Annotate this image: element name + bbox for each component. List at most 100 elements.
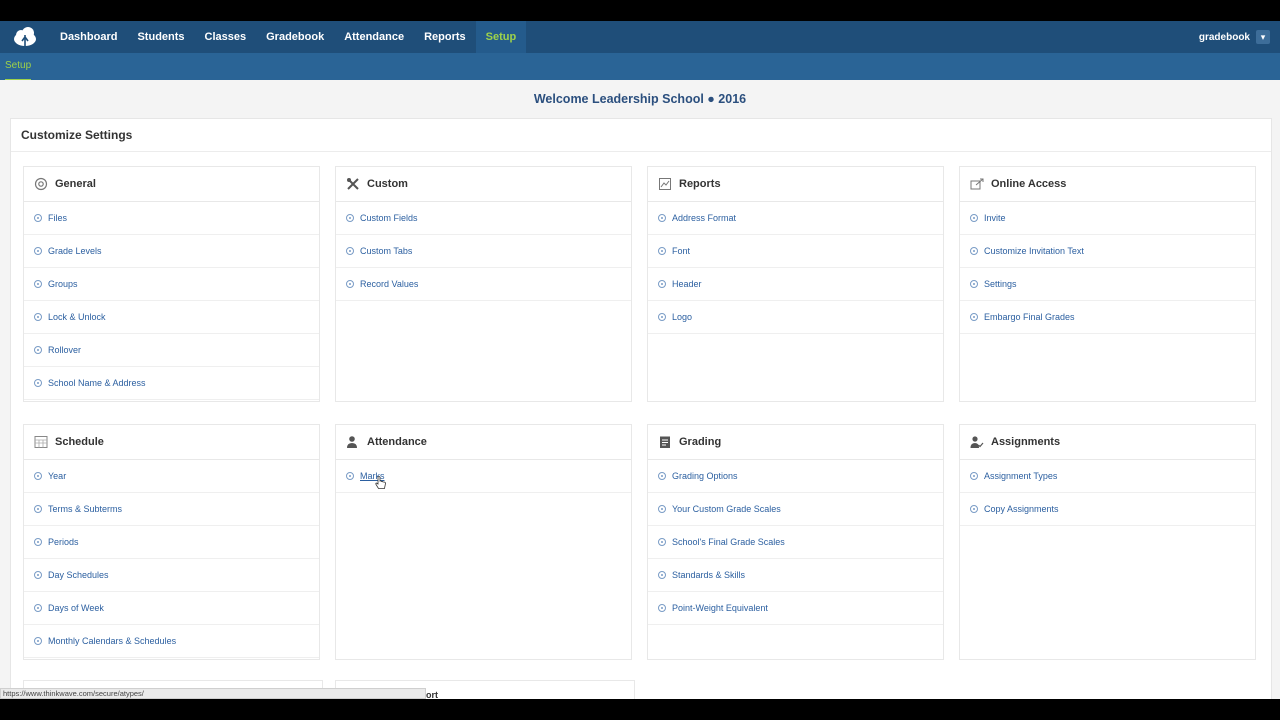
setting-link-label: Monthly Calendars & Schedules [48,636,177,646]
setting-link-copy-assignments[interactable]: Copy Assignments [960,493,1255,526]
setting-link-label: Address Format [672,213,737,223]
setting-link-record-values[interactable]: Record Values [336,268,631,301]
setting-link-label: School Name & Address [48,378,146,388]
circle-arrow-icon [970,472,978,480]
setting-link-label: Header [672,279,702,289]
nav-reports[interactable]: Reports [414,21,476,53]
card-header: Assignments [960,425,1255,460]
card-title: Reports [679,178,721,190]
setting-link-header[interactable]: Header [648,268,943,301]
card-header: Attendance [336,425,631,460]
circle-arrow-icon [346,280,354,288]
card-title: Assignments [991,436,1061,448]
setting-link-customize-invitation-text[interactable]: Customize Invitation Text [960,235,1255,268]
circle-arrow-icon [34,505,42,513]
tools-icon [346,177,360,191]
setting-link-days-of-week[interactable]: Days of Week [24,592,319,625]
setting-link-rollover[interactable]: Rollover [24,334,319,367]
setting-link-logo[interactable]: Logo [648,301,943,334]
circle-arrow-icon [346,247,354,255]
card-reports: Reports Address Format Font Header Logo [647,166,944,402]
setting-link-schools-final-grade-scales[interactable]: School's Final Grade Scales [648,526,943,559]
setting-link-periods[interactable]: Periods [24,526,319,559]
circle-arrow-icon [34,313,42,321]
card-header: Schedule [24,425,319,460]
circle-arrow-icon [346,214,354,222]
setting-link-label: Point-Weight Equivalent [672,603,768,613]
setting-link-monthly-calendars-and-schedules[interactable]: Monthly Calendars & Schedules [24,625,319,658]
card-grading: Grading Grading Options Your Custom Grade … [647,424,944,660]
card-title: General [55,178,96,190]
setting-link-terms-and-subterms[interactable]: Terms & Subterms [24,493,319,526]
card-general: General Files Grade Levels Groups Lock & Unl… [23,166,320,402]
setting-link-settings[interactable]: Settings [960,268,1255,301]
setting-link-label: Grade Levels [48,246,102,256]
setting-link-label: Your Custom Grade Scales [672,504,781,514]
setting-link-standards-and-skills[interactable]: Standards & Skills [648,559,943,592]
setting-link-label: Logo [672,312,693,322]
setting-link-groups[interactable]: Groups [24,268,319,301]
circle-arrow-icon [658,505,666,513]
setting-link-label: Terms & Subterms [48,504,123,514]
circle-arrow-icon [658,472,666,480]
setting-link-label: Day Schedules [48,570,109,580]
nav-students[interactable]: Students [127,21,194,53]
setting-link-label: Record Values [360,279,419,289]
setting-link-day-schedules[interactable]: Day Schedules [24,559,319,592]
setting-link-grading-options[interactable]: Grading Options [648,460,943,493]
setting-link-invite[interactable]: Invite [960,202,1255,235]
setting-link-embargo-final-grades[interactable]: Embargo Final Grades [960,301,1255,334]
setting-link-address-format[interactable]: Address Format [648,202,943,235]
setting-link-label: Custom Tabs [360,246,413,256]
circle-arrow-icon [658,538,666,546]
circle-arrow-icon [34,637,42,645]
chevron-down-icon[interactable]: ▾ [1256,30,1270,44]
circle-arrow-icon [970,505,978,513]
card-title: Attendance [367,436,427,448]
card-title: Online Access [991,178,1067,190]
circle-arrow-icon [34,379,42,387]
setting-link-assignment-types[interactable]: Assignment Types [960,460,1255,493]
welcome-heading: Welcome Leadership School ● 2016 [533,92,747,106]
circle-arrow-icon [34,604,42,612]
sub-nav-bar: Setup [0,53,1280,81]
setting-link-year[interactable]: Year [24,460,319,493]
setting-link-label: Periods [48,537,79,547]
setting-link-custom-fields[interactable]: Custom Fields [336,202,631,235]
card-assignments: Assignments Assignment Types Copy Assignme… [959,424,1256,660]
nav-setup[interactable]: Setup [475,21,527,53]
setting-link-label: Rollover [48,345,82,355]
nav-classes[interactable]: Classes [195,21,257,53]
circle-arrow-icon [34,214,42,222]
setting-link-label: Invite [984,213,1006,223]
cloud-logo-icon[interactable] [11,23,39,51]
nav-attendance[interactable]: Attendance [334,21,414,53]
subtab-setup[interactable]: Setup [5,53,32,81]
circle-arrow-icon [658,280,666,288]
setting-link-label: Font [672,246,691,256]
nav-gradebook[interactable]: Gradebook [256,21,334,53]
setting-link-font[interactable]: Font [648,235,943,268]
calendar-icon [34,435,48,449]
setting-link-label: Groups [48,279,78,289]
circle-arrow-icon [658,571,666,579]
setting-link-point-weight-equivalent[interactable]: Point-Weight Equivalent [648,592,943,625]
circle-arrow-icon [34,571,42,579]
setting-link-custom-tabs[interactable]: Custom Tabs [336,235,631,268]
person-check-icon [970,435,984,449]
person-icon [346,435,360,449]
setting-link-your-custom-grade-scales[interactable]: Your Custom Grade Scales [648,493,943,526]
setting-link-files[interactable]: Files [24,202,319,235]
circle-arrow-icon [346,472,354,480]
letterbox-top [0,0,1280,21]
setting-link-label: Embargo Final Grades [984,312,1075,322]
setting-link-label: School's Final Grade Scales [672,537,785,547]
setting-link-label: Settings [984,279,1017,289]
card-attendance: Attendance Marks [335,424,632,660]
user-menu[interactable]: gradebook ▾ [1199,21,1270,53]
card-title: Schedule [55,436,104,448]
setting-link-school-name-and-address[interactable]: School Name & Address [24,367,319,400]
setting-link-lock-and-unlock[interactable]: Lock & Unlock [24,301,319,334]
nav-dashboard[interactable]: Dashboard [50,21,127,53]
setting-link-grade-levels[interactable]: Grade Levels [24,235,319,268]
